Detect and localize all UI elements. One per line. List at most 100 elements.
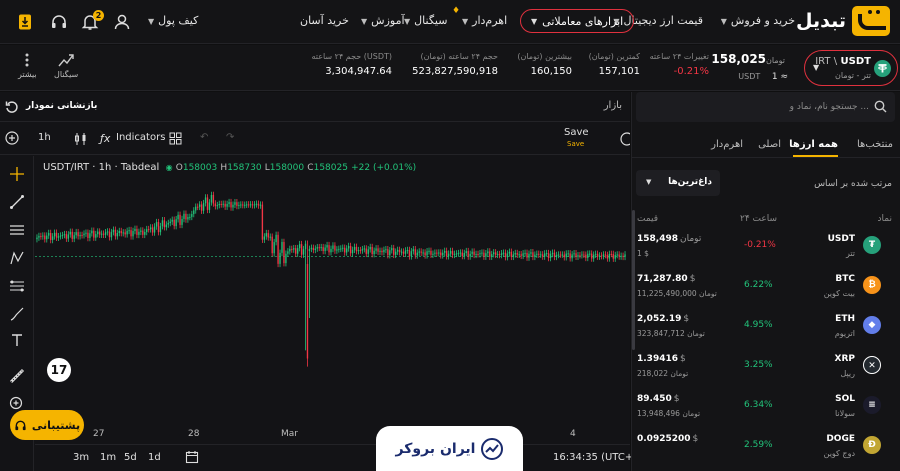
download-app-icon[interactable] [16, 13, 34, 31]
indicators-button[interactable]: Indicators [116, 132, 165, 143]
market-row-usdt[interactable]: ₮ USDT تتر -0.21% 158,498 تومان 1 $ [632, 228, 900, 268]
col-header-price[interactable]: قیمت [637, 214, 658, 224]
horizontal-lines-icon[interactable] [9, 222, 25, 238]
market-row-sol[interactable]: ≡ SOL سولانا 6.34% 89.450 $ 13,948,496 تومان [632, 388, 900, 428]
candle [322, 243, 324, 255]
tab-leverage[interactable]: اهرم‌دار [711, 139, 743, 150]
candle [108, 228, 111, 241]
candle [263, 233, 266, 243]
search-input[interactable] [649, 98, 869, 116]
candle [185, 210, 187, 223]
candle [285, 250, 287, 267]
coin-price-secondary: 1 $ [637, 249, 649, 258]
more-tool[interactable]: بیشتر [18, 52, 37, 79]
col-header-symbol[interactable]: نماد [878, 214, 892, 224]
candle [83, 230, 85, 239]
market-row-xrp[interactable]: ✕ XRP ریپل 3.25% 1.39416 $ 218,022 تومان [632, 348, 900, 388]
layout-grid-icon[interactable] [169, 132, 182, 145]
headset-icon[interactable] [50, 13, 68, 31]
candle [46, 232, 48, 243]
chevron-down-icon: ▼ [361, 17, 368, 26]
tab-main[interactable]: اصلی [758, 139, 781, 150]
calendar-icon[interactable] [185, 450, 199, 464]
clock-icon[interactable] [620, 132, 630, 146]
col-header-change[interactable]: ۲۴ ساعت [740, 214, 777, 224]
nav-easy-buy[interactable]: خرید آسان [300, 14, 349, 27]
trend-line-icon[interactable] [9, 194, 25, 210]
candle [161, 217, 164, 230]
chevron-down-icon: ▼ [720, 17, 727, 26]
text-tool-icon[interactable] [9, 332, 25, 348]
candle [312, 244, 315, 254]
brush-icon[interactable] [9, 306, 25, 322]
candle [95, 230, 97, 241]
pair-selector[interactable]: IRT \ USDT تتر - تومان ▼ [804, 50, 898, 86]
market-row-doge[interactable]: Ð DOGE دوج کوین 2.59% 0.0925200 $ [632, 428, 900, 468]
candle [259, 201, 262, 209]
tradingview-logo: 17 [47, 358, 71, 382]
candle [36, 234, 38, 243]
candles-icon[interactable] [73, 131, 89, 147]
candle [614, 251, 616, 262]
coin-price-secondary: 13,948,496 تومان [637, 409, 701, 418]
sort-select[interactable]: داغ‌ترین‌ها ▼ [636, 170, 720, 196]
crosshair-icon[interactable] [9, 166, 25, 182]
add-symbol-icon[interactable] [5, 131, 19, 145]
coin-symbol: BTC [835, 274, 855, 284]
logo[interactable]: تبدیل [796, 6, 890, 36]
nav-buy-sell[interactable]: ▼ خرید و فروش [721, 14, 795, 27]
candlestick-chart[interactable] [35, 156, 627, 426]
candle [53, 229, 56, 240]
candle [365, 245, 367, 258]
candle [610, 250, 613, 258]
candle [500, 250, 503, 259]
chart-area[interactable]: USDT/IRT · 1h · Tabdeal ◉ O158003 H15873… [35, 156, 627, 426]
candle [230, 198, 232, 211]
interval-button[interactable]: 1h [38, 132, 51, 143]
change-24h: 3.25% [744, 360, 773, 370]
pattern-icon[interactable] [9, 250, 25, 266]
market-row-eth[interactable]: ◆ ETH اتریوم 4.95% 2,052.19 $ 323,847,712 توما… [632, 308, 900, 348]
user-icon[interactable] [113, 13, 131, 31]
timeframe-3m[interactable]: 3m [73, 452, 89, 463]
chart-up-icon [481, 437, 504, 460]
market-row-btc[interactable]: ₿ BTC بیت کوین 6.22% 71,287.80 $ 11,225,490,00… [632, 268, 900, 308]
candle [146, 225, 148, 236]
candle [353, 243, 356, 254]
fib-icon[interactable] [9, 278, 25, 294]
wallet-menu[interactable]: ▼ کیف پول [148, 14, 198, 27]
candle [89, 230, 91, 242]
candle [269, 233, 271, 241]
coin-price-secondary: 11,225,490,000 تومان [637, 289, 717, 298]
candle [179, 211, 181, 229]
candle [418, 248, 420, 256]
chart-clock[interactable]: 16:34:35 (UTC+3: [553, 452, 643, 463]
reset-chart-icon[interactable] [5, 100, 19, 114]
support-button[interactable]: پشتیبانی [10, 410, 84, 440]
save-button[interactable]: Save [564, 127, 589, 138]
nav-education[interactable]: ▼ آموزش [361, 14, 405, 27]
nav-leverage[interactable]: ▼ اهرم‌دار [462, 14, 507, 27]
change-24h: 6.22% [744, 280, 773, 290]
candle [197, 203, 199, 211]
ruler-icon[interactable] [9, 368, 25, 384]
redo-icon[interactable]: ↷ [226, 132, 234, 143]
candle [240, 201, 242, 209]
search-icon[interactable] [874, 100, 887, 113]
signal-tool[interactable]: سیگنال [54, 52, 78, 79]
candle [67, 231, 70, 242]
undo-icon[interactable]: ↶ [200, 132, 208, 143]
stat-low: کمترین (تومان) 157,101 [588, 52, 640, 77]
timeframe-5d[interactable]: 5d [124, 452, 137, 463]
candle [314, 245, 317, 254]
candle [100, 230, 103, 238]
nav-trading-tools[interactable]: ▼ ابزارهای معاملاتی [520, 9, 635, 33]
tab-favorites[interactable]: منتخب‌ها [857, 139, 893, 150]
reset-chart-button[interactable]: بازنشانی نمودار [26, 101, 97, 111]
candle [204, 194, 207, 207]
nav-signal[interactable]: ▼ سیگنال [404, 14, 447, 27]
timeframe-1d[interactable]: 1d [148, 452, 161, 463]
tab-all-coins[interactable]: همه ارزها [789, 139, 838, 150]
candle [124, 229, 126, 238]
timeframe-1m[interactable]: 1m [100, 452, 116, 463]
